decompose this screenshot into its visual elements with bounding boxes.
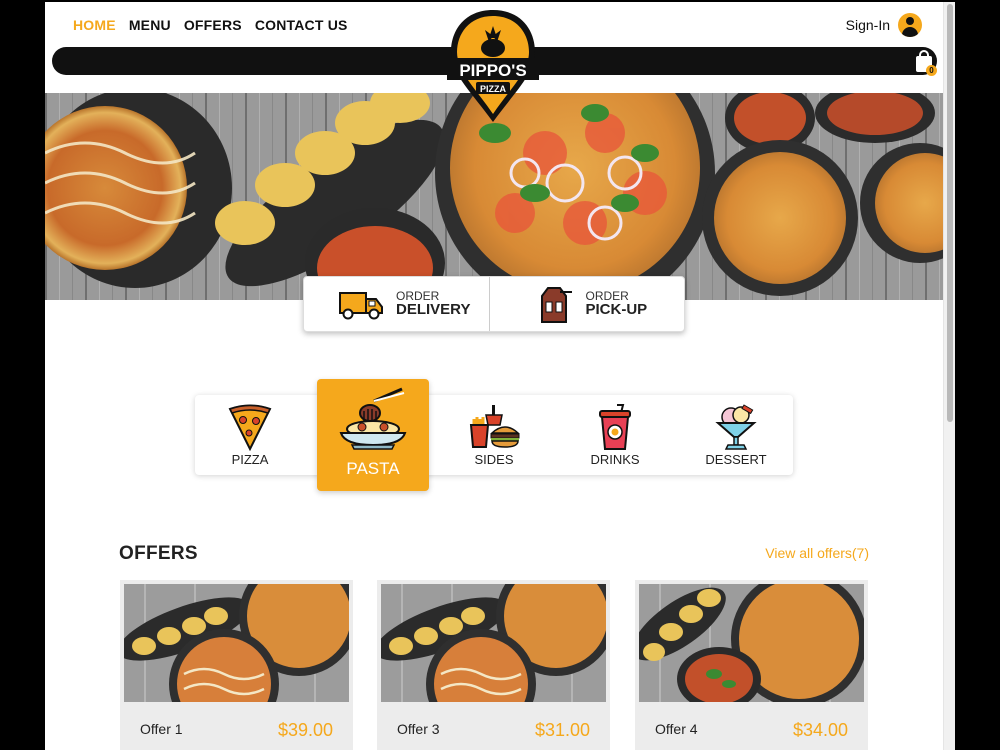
offer-price: $39.00 bbox=[277, 720, 333, 740]
takeaway-bag-icon bbox=[540, 287, 572, 323]
fries-burger-icon bbox=[469, 405, 520, 448]
scrollbar-thumb[interactable] bbox=[947, 4, 953, 422]
page-frame: HOME MENU OFFERS CONTACT US Sign-In 0 PI… bbox=[45, 2, 955, 750]
sign-in-button[interactable]: Sign-In bbox=[846, 13, 922, 37]
delivery-truck-icon bbox=[339, 292, 383, 320]
offer-image bbox=[124, 584, 349, 702]
offer-name: Offer 1 bbox=[140, 721, 183, 737]
offer-card[interactable]: Offer 1 $39.00 bbox=[120, 580, 353, 750]
category-selector: PIZZA PASTA SIDES DRINKS DESSERT bbox=[195, 379, 793, 491]
sign-in-label: Sign-In bbox=[845, 17, 890, 33]
order-type-selector: ORDER DELIVERY ORDER PICK-UP bbox=[303, 276, 685, 332]
drink-cup-icon bbox=[599, 404, 631, 450]
category-drinks-label: DRINKS bbox=[590, 452, 640, 467]
order-pickup-button[interactable]: ORDER PICK-UP bbox=[488, 277, 685, 331]
order-delivery-button[interactable]: ORDER DELIVERY bbox=[304, 277, 489, 331]
offer-image bbox=[381, 584, 606, 702]
svg-text:PIPPO'S: PIPPO'S bbox=[459, 61, 526, 80]
cart-button[interactable]: 0 bbox=[914, 50, 938, 76]
pizza-slice-icon bbox=[228, 404, 272, 451]
nav-contact-us[interactable]: CONTACT US bbox=[255, 17, 348, 33]
offer-name: Offer 3 bbox=[397, 721, 440, 737]
user-avatar-icon bbox=[898, 13, 922, 37]
offer-price: $34.00 bbox=[792, 720, 848, 740]
offers-heading: OFFERS bbox=[119, 543, 198, 564]
category-dessert[interactable]: DESSERT bbox=[681, 395, 791, 475]
category-sides-label: SIDES bbox=[474, 452, 514, 467]
offer-name: Offer 4 bbox=[655, 721, 698, 737]
order-pickup-label: PICK-UP bbox=[585, 301, 648, 319]
category-pizza-label: PIZZA bbox=[231, 452, 269, 467]
nav-home[interactable]: HOME bbox=[73, 17, 116, 33]
pasta-bowl-icon bbox=[339, 387, 407, 450]
category-sides[interactable]: SIDES bbox=[439, 395, 549, 475]
offer-card[interactable]: Offer 3 $31.00 bbox=[377, 580, 610, 750]
category-pasta[interactable]: PASTA bbox=[317, 379, 429, 491]
offer-price: $31.00 bbox=[534, 720, 590, 740]
category-drinks[interactable]: DRINKS bbox=[560, 395, 670, 475]
vertical-scrollbar[interactable] bbox=[943, 2, 955, 750]
hero-banner-image bbox=[45, 93, 943, 300]
order-delivery-label: DELIVERY bbox=[396, 301, 471, 319]
cart-count-badge: 0 bbox=[926, 65, 937, 76]
view-all-offers-link[interactable]: View all offers(7) bbox=[765, 545, 869, 561]
category-pasta-label: PASTA bbox=[346, 459, 400, 478]
category-dessert-label: DESSERT bbox=[705, 452, 767, 467]
offer-image bbox=[639, 584, 864, 702]
category-pizza[interactable]: PIZZA bbox=[195, 395, 305, 475]
nav-menu[interactable]: MENU bbox=[129, 17, 171, 33]
nav-offers[interactable]: OFFERS bbox=[184, 17, 242, 33]
pippos-pizza-logo[interactable]: PIPPO'S PIZZA bbox=[443, 8, 543, 124]
ice-cream-icon bbox=[715, 404, 757, 450]
svg-text:PIZZA: PIZZA bbox=[480, 84, 506, 94]
offer-card[interactable]: Offer 4 $34.00 bbox=[635, 580, 868, 750]
main-nav: HOME MENU OFFERS CONTACT US bbox=[73, 17, 348, 33]
